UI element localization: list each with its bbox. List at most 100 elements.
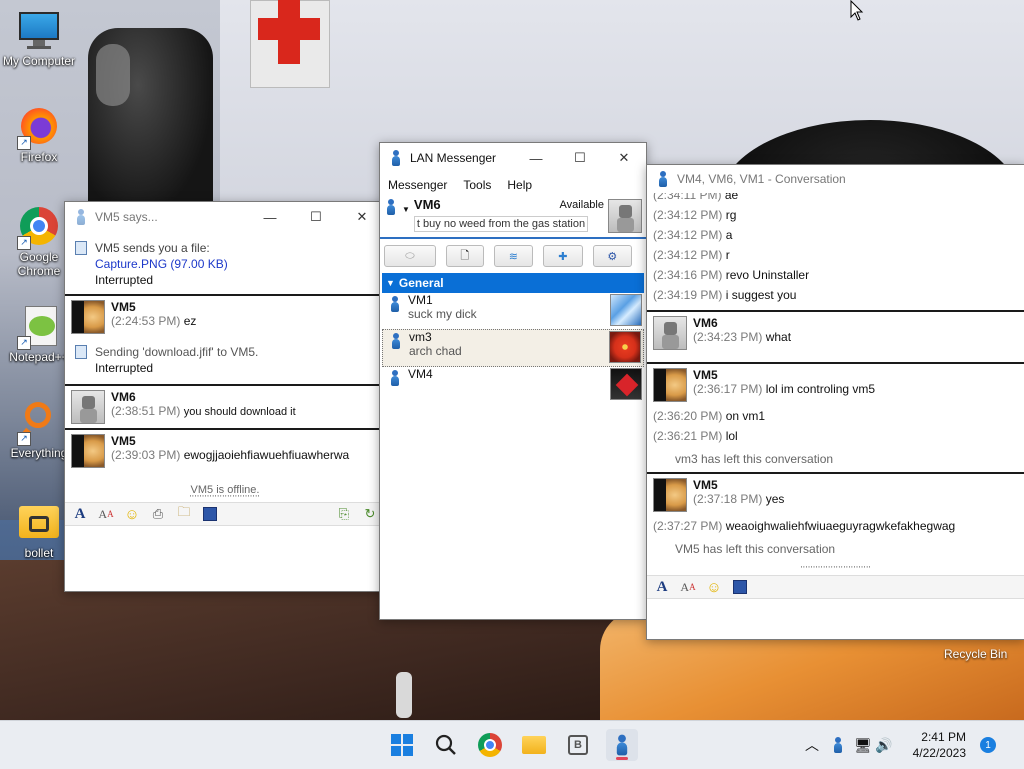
window-title: VM4, VM6, VM1 - Conversation xyxy=(677,172,846,186)
avatar xyxy=(71,390,105,424)
font-icon[interactable]: A xyxy=(651,578,673,596)
desktop-icon-my-computer[interactable]: My Computer xyxy=(1,8,77,68)
font-color-icon[interactable]: AA xyxy=(95,505,117,523)
system-message: vm3 has left this conversation xyxy=(675,452,834,466)
smiley-icon[interactable]: ☺ xyxy=(703,578,725,596)
sender-name: VM5 xyxy=(693,478,718,492)
font-color-icon[interactable]: AA xyxy=(677,578,699,596)
recycle-bin-label[interactable]: Recycle Bin xyxy=(944,647,1007,661)
group-header[interactable]: ▼ General xyxy=(382,273,644,293)
lan-toolbar: ⬭ 🗋 ≋ ✚ ⚙ xyxy=(380,237,646,273)
font-icon[interactable]: A xyxy=(69,505,91,523)
contact-note: arch chad xyxy=(409,344,462,358)
message-text: i suggest you xyxy=(725,288,797,302)
broadcast-button[interactable]: ≋ xyxy=(493,245,534,267)
chat-line: (2:34:12 PM) a xyxy=(647,225,1024,245)
message-text: revo Uninstaller xyxy=(725,268,810,282)
status-note-input[interactable]: t buy no weed from the gas station xyxy=(413,216,588,232)
volume-icon[interactable]: 🔊 xyxy=(874,737,894,754)
clock[interactable]: 2:41 PM 4/22/2023 xyxy=(894,729,976,761)
contact-item[interactable]: VM4 xyxy=(382,367,644,403)
user-panel: ▼ VM6 Available t buy no weed from the g… xyxy=(380,195,646,237)
contact-item[interactable]: VM1 suck my dick xyxy=(382,293,644,329)
timestamp: (2:34:11 PM) xyxy=(653,193,722,202)
send-status: Interrupted xyxy=(95,361,154,375)
user-avatar[interactable] xyxy=(608,199,642,233)
lan-titlebar[interactable]: LAN Messenger — ☐ ✕ xyxy=(380,143,646,173)
chat-room-button[interactable]: ⬭ xyxy=(384,245,436,267)
taskbar-chrome[interactable] xyxy=(474,729,506,761)
timestamp: (2:38:51 PM) xyxy=(111,404,181,418)
vm5-chat-window[interactable]: VM5 says... — ☐ ✕ VM5 sends you a file: … xyxy=(64,201,386,592)
message-text: rg xyxy=(725,208,737,222)
maximize-button[interactable]: ☐ xyxy=(558,143,602,173)
settings-button[interactable]: ⚙ xyxy=(592,245,632,267)
desktop-icon-label: My Computer xyxy=(2,54,76,68)
folder-icon xyxy=(17,500,61,544)
chat-line: (2:37:27 PM) weaoighwaliehfwiuaeguyragwk… xyxy=(647,516,1024,536)
taskbar-app-b[interactable]: B xyxy=(562,729,594,761)
network-icon[interactable]: 🖥 xyxy=(852,737,874,754)
minimize-button[interactable]: — xyxy=(514,143,558,173)
message-text: ez xyxy=(183,314,197,328)
maximize-button[interactable]: ☐ xyxy=(293,202,339,232)
status-dropdown-icon[interactable]: ▼ xyxy=(402,205,410,214)
menu-help[interactable]: Help xyxy=(503,178,544,192)
public-chat-button[interactable]: 🗋 xyxy=(445,245,484,267)
user-status[interactable]: Available xyxy=(560,197,604,212)
close-button[interactable]: ✕ xyxy=(602,143,646,173)
history-icon[interactable]: ↻ xyxy=(359,505,381,523)
file-link[interactable]: Capture.PNG (97.00 KB) xyxy=(95,256,228,272)
timestamp: (2:37:27 PM) xyxy=(653,519,723,533)
user-online-icon xyxy=(390,296,400,312)
vm5-titlebar[interactable]: VM5 says... — ☐ ✕ xyxy=(65,202,385,232)
contact-item[interactable]: vm3 arch chad xyxy=(382,329,644,367)
send-file-button[interactable]: ⎘ xyxy=(333,505,355,523)
firefox-icon: ↗ xyxy=(17,104,61,150)
windows-logo-icon xyxy=(391,734,413,756)
message-text: lol xyxy=(725,429,738,443)
notification-badge[interactable]: 1 xyxy=(980,737,996,753)
message-log[interactable]: VM5 sends you a file: Capture.PNG (97.00… xyxy=(65,232,385,502)
conversation-titlebar[interactable]: VM4, VM6, VM1 - Conversation xyxy=(647,165,1024,193)
compose-toolbar: A AA ☺ ⎙ 🗀 ⎘ ↻ xyxy=(65,502,385,526)
notepadpp-icon: ↗ xyxy=(17,304,61,350)
lan-messenger-icon xyxy=(73,209,89,225)
menu-tools[interactable]: Tools xyxy=(459,178,503,192)
contact-avatar xyxy=(610,368,642,400)
monitor-icon xyxy=(17,8,61,52)
send-file-icon[interactable]: ⎙ xyxy=(147,505,169,523)
compose-input[interactable] xyxy=(647,599,1024,639)
compose-input[interactable] xyxy=(65,526,385,586)
conversation-log[interactable]: (2:34:11 PM) ae (2:34:12 PM) rg (2:34:12… xyxy=(647,193,1024,569)
save-icon[interactable] xyxy=(729,578,751,596)
contact-avatar xyxy=(610,294,642,326)
lan-messenger-window[interactable]: LAN Messenger — ☐ ✕ Messenger Tools Help… xyxy=(379,142,647,620)
taskbar-file-explorer[interactable] xyxy=(518,729,550,761)
add-user-button[interactable]: ✚ xyxy=(543,245,583,267)
start-button[interactable] xyxy=(386,729,418,761)
user-status-icon[interactable] xyxy=(386,199,396,218)
timestamp: (2:34:19 PM) xyxy=(653,288,723,302)
user-online-icon xyxy=(391,333,401,349)
chevron-up-icon[interactable]: ︿ xyxy=(800,735,824,755)
lan-messenger-icon xyxy=(655,171,671,187)
file-icon xyxy=(75,345,87,359)
menu-messenger[interactable]: Messenger xyxy=(384,178,459,192)
save-icon[interactable] xyxy=(199,505,221,523)
minimize-button[interactable]: — xyxy=(247,202,293,232)
lan-messenger-tray-icon[interactable] xyxy=(824,737,852,753)
send-folder-icon[interactable]: 🗀 xyxy=(173,504,195,523)
mouse-cursor-icon xyxy=(850,0,864,21)
magnifier-icon: ↗ xyxy=(17,400,61,446)
chat-line: (2:36:20 PM) on vm1 xyxy=(647,406,1024,426)
system-tray: ︿ 🖥 🔊 2:41 PM 4/22/2023 1 xyxy=(800,721,996,769)
desktop-icon-firefox[interactable]: ↗ Firefox xyxy=(1,104,77,164)
chat-line: (2:34:12 PM) rg xyxy=(647,205,1024,225)
conversation-window[interactable]: VM4, VM6, VM1 - Conversation (2:34:11 PM… xyxy=(646,164,1024,640)
taskbar-lan-messenger[interactable] xyxy=(606,729,638,761)
message-block: VM5 (2:24:53 PM) ez xyxy=(65,294,385,338)
smiley-icon[interactable]: ☺ xyxy=(121,505,143,523)
timestamp: (2:34:16 PM) xyxy=(653,268,723,282)
search-button[interactable] xyxy=(430,729,462,761)
